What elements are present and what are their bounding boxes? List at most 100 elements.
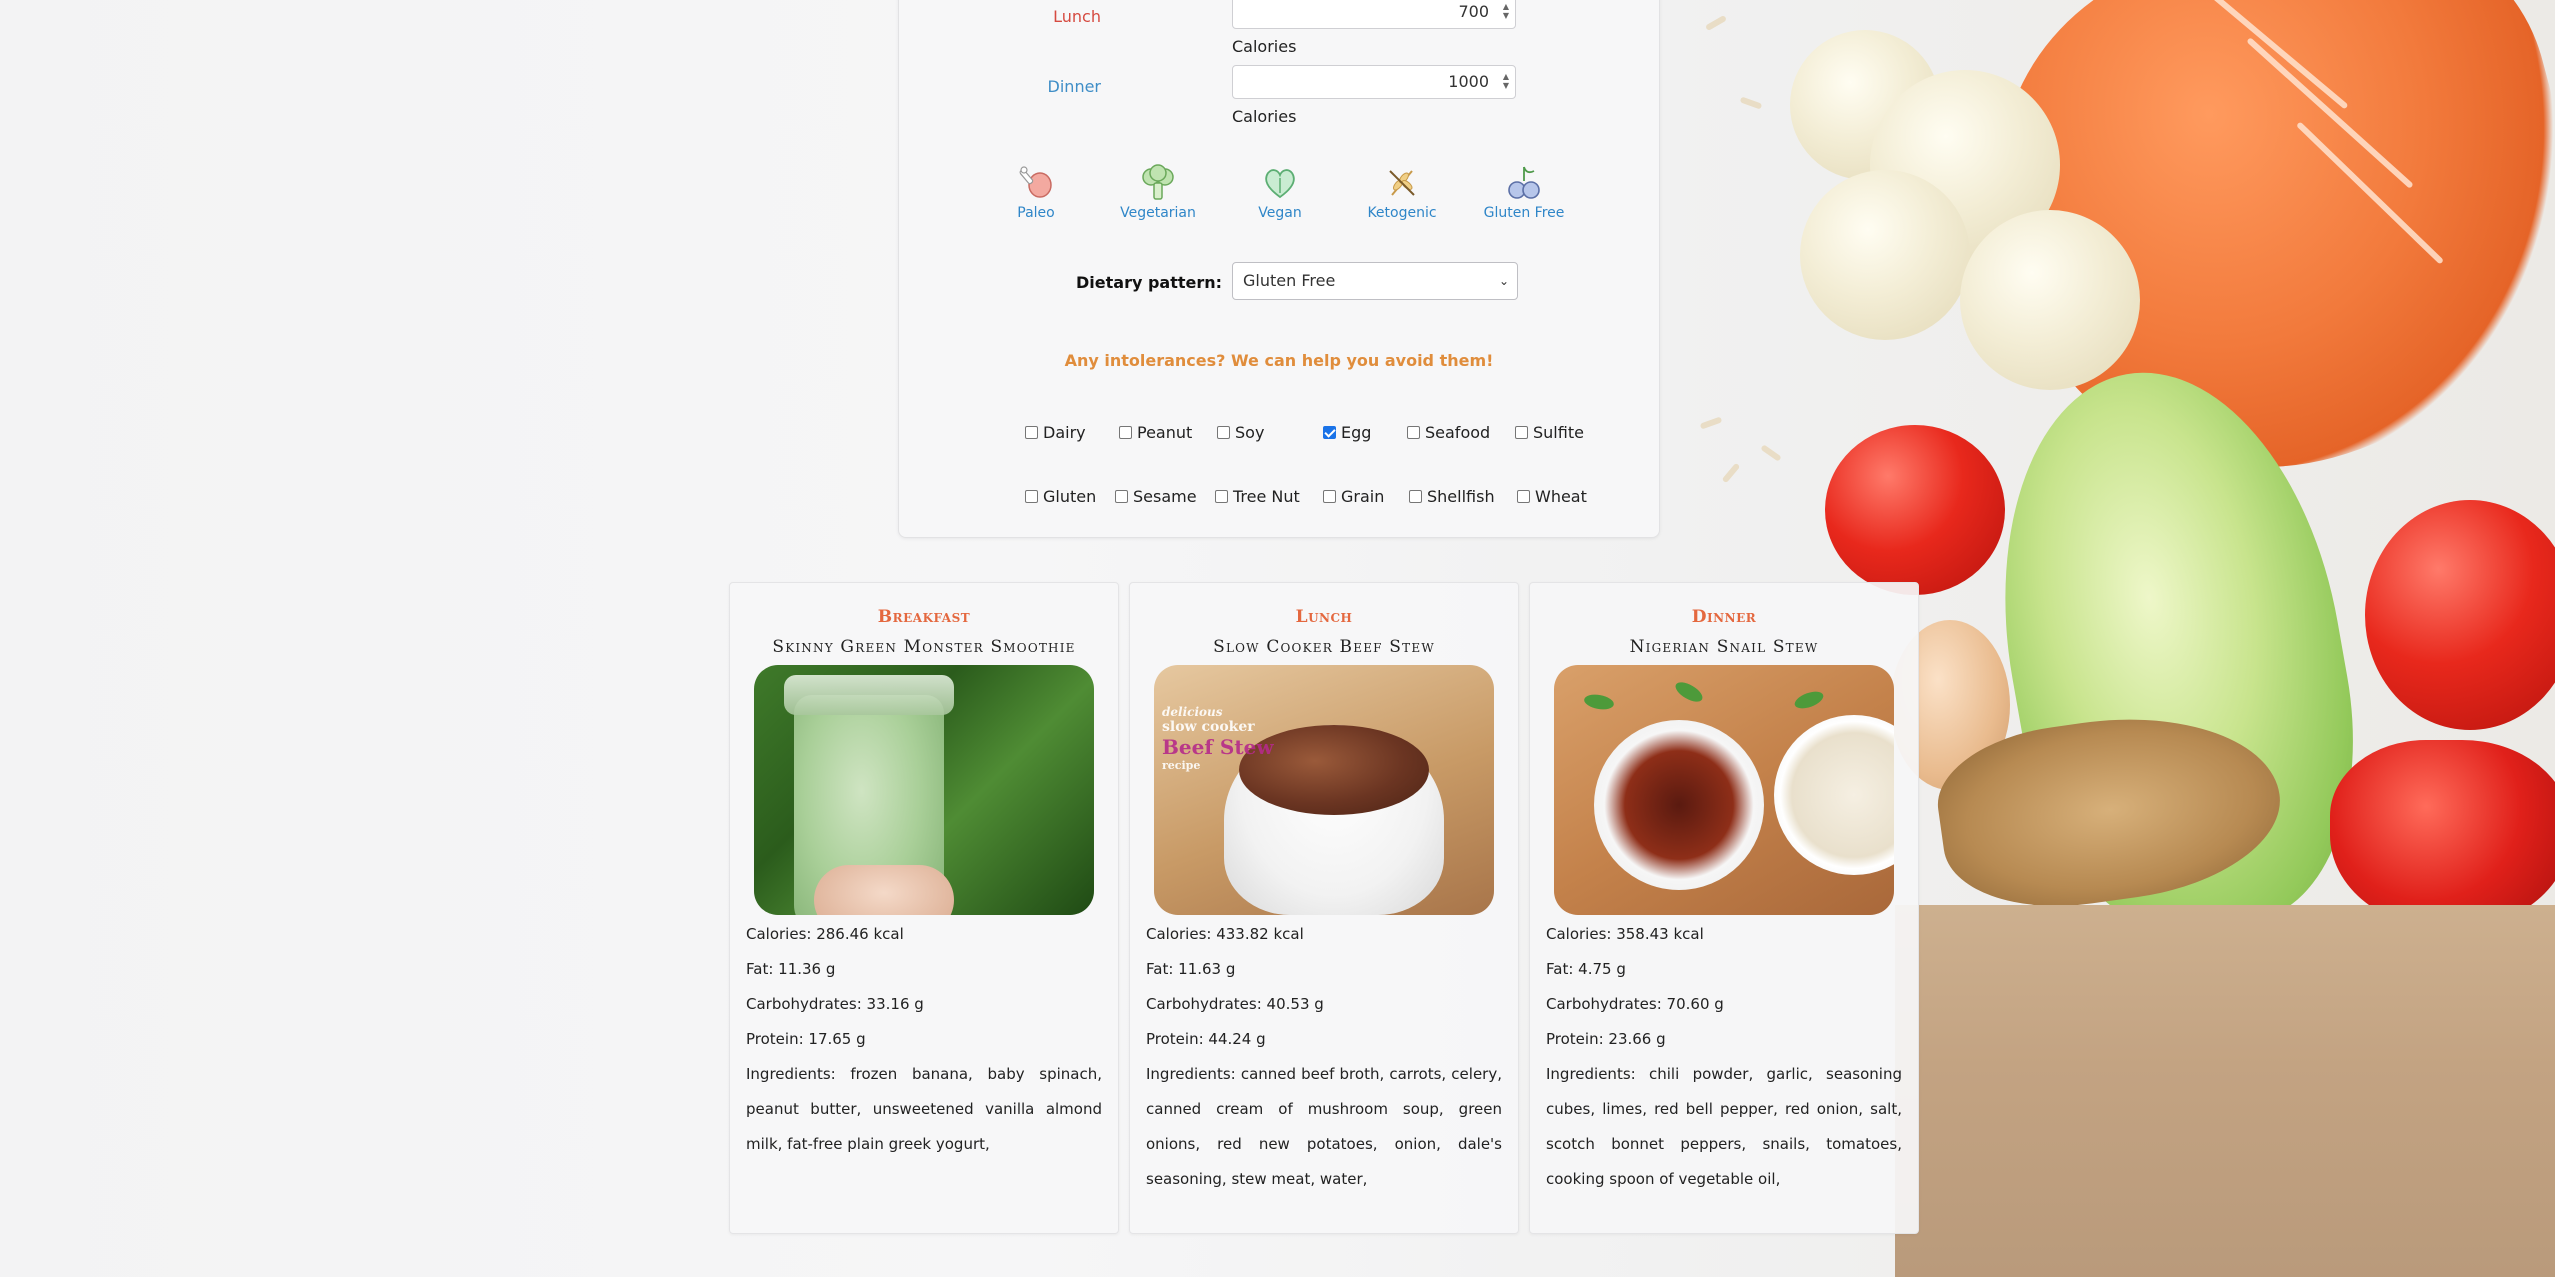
intolerance-shellfish[interactable]: Shellfish (1409, 487, 1495, 506)
intolerance-tree-nut[interactable]: Tree Nut (1215, 487, 1300, 506)
intolerance-grain[interactable]: Grain (1323, 487, 1384, 506)
recipe-title: Nigerian Snail Stew (1629, 637, 1819, 657)
checkbox-label: Tree Nut (1233, 487, 1300, 506)
fat-text: Fat: 11.36 g (746, 960, 836, 978)
overlay-line: Beef Stew (1162, 735, 1274, 759)
checkbox[interactable] (1217, 426, 1230, 439)
overlay-line: delicious (1162, 705, 1223, 719)
diet-label: Gluten Free (1483, 205, 1565, 221)
protein-text: Protein: 17.65 g (746, 1030, 866, 1048)
lunch-label: Lunch (1053, 7, 1101, 26)
diet-option-paleo[interactable]: Paleo (981, 163, 1091, 221)
checkbox[interactable] (1115, 490, 1128, 503)
checkbox-label: Sesame (1133, 487, 1197, 506)
checkbox[interactable] (1409, 490, 1422, 503)
carbohydrates-text: Carbohydrates: 40.53 g (1146, 995, 1324, 1013)
cauliflower-decoration (1960, 210, 2140, 390)
diet-label: Paleo (1017, 205, 1055, 221)
checkbox[interactable] (1407, 426, 1420, 439)
broccoli-icon (1142, 164, 1174, 200)
lunch-calories-input[interactable]: 700 ▲ ▼ (1232, 0, 1516, 29)
rice-grain (1760, 444, 1782, 462)
checkbox[interactable] (1025, 490, 1038, 503)
meal-type-heading: Breakfast (877, 607, 971, 627)
diet-option-ketogenic[interactable]: Ketogenic (1347, 163, 1457, 221)
checkbox[interactable] (1515, 426, 1528, 439)
overlay-line: slow cooker (1162, 719, 1255, 735)
dinner-calories-input[interactable]: 1000 ▲ ▼ (1232, 65, 1516, 99)
intolerance-sesame[interactable]: Sesame (1115, 487, 1197, 506)
intolerance-seafood[interactable]: Seafood (1407, 423, 1490, 442)
diet-option-vegan[interactable]: Vegan (1225, 163, 1335, 221)
rice-grain (1704, 14, 1728, 32)
dietary-pattern-value: Gluten Free (1243, 271, 1336, 290)
diet-option-gluten-free[interactable]: Gluten Free (1469, 163, 1579, 221)
protein-text: Protein: 44.24 g (1146, 1030, 1266, 1048)
leaf-shape (1792, 688, 1826, 712)
overlay-line: recipe (1162, 759, 1201, 772)
checkbox[interactable] (1517, 490, 1530, 503)
intolerance-dairy[interactable]: Dairy (1025, 423, 1086, 442)
lunch-calories-value: 700 (1458, 2, 1489, 21)
checkbox-label: Egg (1341, 423, 1372, 442)
diet-label: Vegetarian (1120, 205, 1196, 221)
jar-rim-shape (784, 675, 954, 715)
lunch-unit-label: Calories (1232, 37, 1297, 56)
rice-grain (1721, 462, 1741, 484)
ingredients-text: Ingredients: chili powder, garlic, seaso… (1546, 1065, 1902, 1188)
checkbox[interactable] (1323, 490, 1336, 503)
rice-grain (1699, 416, 1723, 430)
tomato-decoration (1825, 425, 2005, 595)
checkbox-label: Shellfish (1427, 487, 1495, 506)
spinner-arrows-icon[interactable]: ▲ ▼ (1503, 72, 1509, 90)
pepper-decoration (2330, 740, 2555, 930)
leaf-shape (1672, 678, 1706, 706)
bowl-shape (1594, 720, 1764, 890)
recipe-image[interactable]: delicious slow cooker Beef Stew recipe (1154, 665, 1494, 915)
meal-card-breakfast: Breakfast Skinny Green Monster Smoothie … (729, 582, 1119, 1234)
spinner-arrows-icon[interactable]: ▲ ▼ (1503, 2, 1509, 20)
checkbox[interactable] (1025, 426, 1038, 439)
calories-text: Calories: 358.43 kcal (1546, 925, 1704, 943)
ingredients-text: Ingredients: frozen banana, baby spinach… (746, 1065, 1102, 1153)
fat-text: Fat: 11.63 g (1146, 960, 1236, 978)
checkbox[interactable] (1215, 490, 1228, 503)
leaf-shape (1583, 692, 1615, 712)
rice-grain (1739, 96, 1763, 110)
checkbox-label: Peanut (1137, 423, 1193, 442)
checkbox-checked[interactable] (1323, 426, 1336, 439)
intolerance-heading: Any intolerances? We can help you avoid … (1064, 351, 1494, 370)
meal-card-dinner: Dinner Nigerian Snail Stew Calories: 358… (1529, 582, 1919, 1234)
meal-type-heading: Lunch (1295, 607, 1353, 627)
dinner-calories-value: 1000 (1448, 72, 1489, 91)
checkbox-label: Grain (1341, 487, 1385, 506)
diet-option-vegetarian[interactable]: Vegetarian (1103, 163, 1213, 221)
checkbox-label: Dairy (1043, 423, 1086, 442)
cauliflower-decoration (1800, 170, 1970, 340)
protein-text: Protein: 23.66 g (1546, 1030, 1666, 1048)
intolerance-egg[interactable]: Egg (1323, 423, 1371, 442)
thumb-shape (814, 865, 954, 915)
recipe-title: Skinny Green Monster Smoothie (772, 637, 1076, 657)
recipe-image[interactable] (754, 665, 1094, 915)
rice-shape (1774, 715, 1894, 875)
checkbox-label: Wheat (1535, 487, 1587, 506)
recipe-image[interactable] (1554, 665, 1894, 915)
intolerance-wheat[interactable]: Wheat (1517, 487, 1587, 506)
drumstick-icon (1019, 166, 1052, 198)
dinner-label: Dinner (1047, 77, 1101, 96)
no-wheat-icon (1389, 170, 1415, 196)
intolerance-soy[interactable]: Soy (1217, 423, 1264, 442)
checkbox-label: Gluten (1043, 487, 1097, 506)
dietary-pattern-select[interactable]: Gluten Free ⌄ (1232, 262, 1518, 300)
tomato-decoration (2365, 500, 2555, 730)
intolerance-gluten[interactable]: Gluten (1025, 487, 1096, 506)
checkbox[interactable] (1119, 426, 1132, 439)
checkbox-label: Sulfite (1533, 423, 1584, 442)
heart-leaf-icon (1265, 169, 1295, 199)
carbohydrates-text: Carbohydrates: 33.16 g (746, 995, 924, 1013)
intolerance-peanut[interactable]: Peanut (1119, 423, 1192, 442)
diet-label: Vegan (1258, 205, 1302, 221)
intolerance-sulfite[interactable]: Sulfite (1515, 423, 1584, 442)
dietary-pattern-label: Dietary pattern: (1076, 273, 1223, 292)
